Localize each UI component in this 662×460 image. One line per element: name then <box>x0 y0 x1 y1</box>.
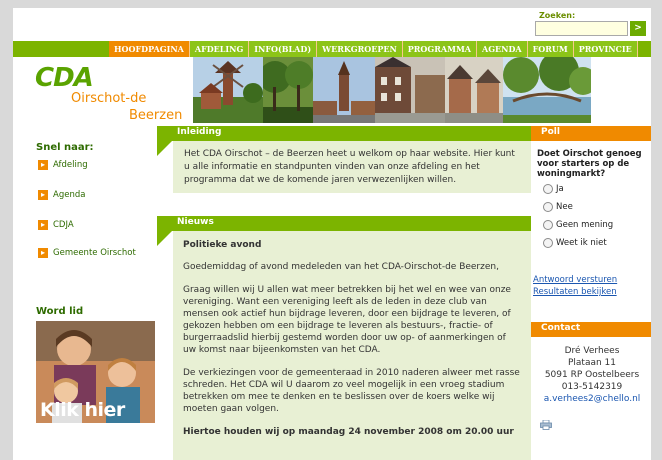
poll-option-nee[interactable]: Nee <box>543 202 573 212</box>
poll-header: Poll <box>531 126 651 141</box>
poll-option-weet-ik-niet[interactable]: Weet ik niet <box>543 238 607 248</box>
poll-title: Poll <box>541 127 560 137</box>
nav-item-programma[interactable]: PROGRAMMA <box>402 41 478 57</box>
contact-city: 5091 RP Oostelbeers <box>544 370 640 380</box>
banner-photo-trees <box>263 57 313 123</box>
intro-body: Het CDA Oirschot – de Beerzen heet u wel… <box>173 141 531 193</box>
news-paragraph: Goedemiddag of avond medeleden van het C… <box>183 262 499 272</box>
news-paragraph: Graag willen wij U allen wat meer betrek… <box>183 285 511 355</box>
poll-option-geen-mening[interactable]: Geen mening <box>543 220 613 230</box>
print-icon[interactable] <box>540 420 552 430</box>
quicklinks-title: Snel naar: <box>36 142 94 153</box>
orange-arrow-icon: ▸ <box>38 220 48 230</box>
search-input[interactable] <box>535 21 628 36</box>
poll-option-label: Weet ik niet <box>556 238 607 248</box>
header-banner <box>193 57 591 123</box>
join-cta[interactable]: Klik hier <box>40 399 125 421</box>
intro-title: Inleiding <box>177 127 222 137</box>
news-paragraph: De verkiezingen voor de gemeenteraad in … <box>183 368 520 414</box>
orange-arrow-icon: ▸ <box>38 190 48 200</box>
search-label: Zoeken: <box>539 11 576 20</box>
quicklink-gemeente-oirschot[interactable]: ▸ Gemeente Oirschot <box>38 248 136 258</box>
poll-submit-link[interactable]: Antwoord versturen <box>533 275 617 285</box>
join-title: Word lid <box>36 306 84 317</box>
quicklink-agenda[interactable]: ▸ Agenda <box>38 190 85 200</box>
radio-button[interactable] <box>543 220 553 230</box>
radio-button[interactable] <box>543 238 553 248</box>
news-body: Politieke avond Goedemiddag of avond med… <box>173 231 531 460</box>
search-button[interactable]: > <box>630 21 646 36</box>
contact-block: Dré Verhees Plataan 11 5091 RP Oostelbee… <box>533 345 651 405</box>
orange-arrow-icon: ▸ <box>38 248 48 258</box>
quicklink-label: Agenda <box>53 190 86 200</box>
contact-phone: 013-5142319 <box>561 382 623 392</box>
quicklink-label: Gemeente Oirschot <box>53 248 136 258</box>
radio-button[interactable] <box>543 184 553 194</box>
nav-item-provincie[interactable]: PROVINCIE <box>573 41 638 57</box>
banner-photo-bridge <box>503 57 591 123</box>
main-nav: HOOFDPAGINA AFDELING INFO(BLAD) WERKGROE… <box>109 41 638 57</box>
intro-header: Inleiding <box>157 126 531 141</box>
nav-item-info[interactable]: INFO(BLAD) <box>249 41 318 57</box>
poll-results-link[interactable]: Resultaten bekijken <box>533 287 617 297</box>
banner-photo-houses <box>445 57 503 123</box>
poll-option-label: Geen mening <box>556 220 614 230</box>
nav-item-hoofdpagina[interactable]: HOOFDPAGINA <box>109 41 190 57</box>
intro-notch <box>157 141 172 156</box>
nav-item-werkgroepen[interactable]: WERKGROEPEN <box>317 41 403 57</box>
contact-header: Contact <box>531 322 651 337</box>
nav-item-agenda[interactable]: AGENDA <box>477 41 528 57</box>
news-header: Nieuws <box>157 216 531 231</box>
contact-name: Dré Verhees <box>564 346 620 356</box>
poll-option-label: Nee <box>556 202 573 212</box>
poll-option-label: Ja <box>556 184 564 194</box>
nav-item-forum[interactable]: FORUM <box>527 41 574 57</box>
banner-photo-church <box>313 57 375 123</box>
logo-cda[interactable]: CDA <box>35 63 94 93</box>
contact-street: Plataan 11 <box>567 358 617 368</box>
join-banner[interactable]: Klik hier <box>36 321 155 423</box>
news-notch <box>157 231 172 246</box>
news-headline[interactable]: Politieke avond <box>183 239 521 251</box>
quicklink-label: Afdeling <box>53 160 88 170</box>
contact-email-link[interactable]: a.verhees2@chello.nl <box>533 393 651 405</box>
page: Zoeken: > HOOFDPAGINA AFDELING INFO(BLAD… <box>13 8 651 460</box>
quicklink-afdeling[interactable]: ▸ Afdeling <box>38 160 88 170</box>
poll-question: Doet Oirschot genoeg voor starters op de… <box>537 149 642 179</box>
poll-option-ja[interactable]: Ja <box>543 184 564 194</box>
quicklink-cdja[interactable]: ▸ CDJA <box>38 220 74 230</box>
contact-title: Contact <box>541 323 581 333</box>
intro-text: Het CDA Oirschot – de Beerzen heet u wel… <box>184 149 515 185</box>
radio-button[interactable] <box>543 202 553 212</box>
banner-photo-street <box>375 57 445 123</box>
orange-arrow-icon: ▸ <box>38 160 48 170</box>
quicklink-label: CDJA <box>53 220 74 230</box>
logo-subtitle-line2: Beerzen <box>129 108 183 123</box>
news-title: Nieuws <box>177 217 214 227</box>
logo-subtitle-line1: Oirschot-de <box>71 91 147 106</box>
nav-item-afdeling[interactable]: AFDELING <box>189 41 250 57</box>
banner-photo-mill <box>193 57 263 123</box>
news-teaser: Hiertoe houden wij op maandag 24 novembe… <box>183 427 514 437</box>
